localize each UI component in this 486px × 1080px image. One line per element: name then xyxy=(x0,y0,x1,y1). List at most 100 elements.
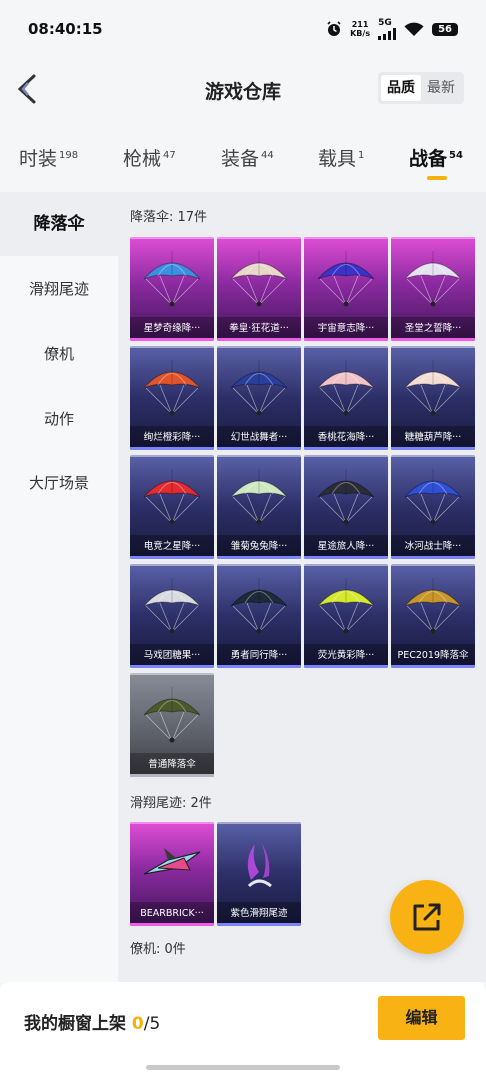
rarity-stripe xyxy=(130,774,214,777)
parachute-card[interactable]: 宇宙意志降··· xyxy=(304,237,388,341)
section-title-parachute: 降落伞: 17件 xyxy=(130,210,208,225)
rarity-stripe xyxy=(391,556,475,559)
parachute-card[interactable]: 拳皇·狂花道··· xyxy=(217,237,301,341)
rarity-stripe xyxy=(391,665,475,668)
rarity-stripe xyxy=(391,447,475,450)
tab-vehicles[interactable]: 载具 1 xyxy=(318,144,364,171)
parachute-card[interactable]: 糖糖葫芦降··· xyxy=(391,346,475,450)
card-top-line xyxy=(217,346,301,348)
showcase-count: 0 xyxy=(131,1014,144,1034)
parachute-card[interactable]: 幻世战舞者··· xyxy=(217,346,301,450)
card-top-line xyxy=(391,455,475,457)
parachute-card[interactable]: 冰河战士降··· xyxy=(391,455,475,559)
card-top-line xyxy=(217,455,301,457)
parachute-card[interactable]: PEC2019降落伞 xyxy=(391,564,475,668)
card-top-line xyxy=(304,346,388,348)
rarity-stripe xyxy=(130,447,214,450)
sidebar-item-parachute[interactable]: 降落伞 xyxy=(0,192,118,256)
card-top-line xyxy=(391,346,475,348)
parachute-icon xyxy=(399,354,467,422)
parachute-icon xyxy=(138,681,206,749)
parachute-icon xyxy=(138,572,206,640)
rarity-stripe xyxy=(391,338,475,341)
parachute-icon xyxy=(138,463,206,531)
card-top-line xyxy=(130,822,214,824)
share-button[interactable] xyxy=(390,880,464,954)
card-top-line xyxy=(304,564,388,566)
net-speed: 211 KB/s xyxy=(350,20,371,38)
edit-button[interactable]: 编辑 xyxy=(378,996,465,1040)
parachute-icon xyxy=(399,463,467,531)
rarity-stripe xyxy=(130,556,214,559)
sidebar-item-lobby-scene[interactable]: 大厅场景 xyxy=(0,451,118,515)
parachute-icon xyxy=(312,354,380,422)
network-type: 5G xyxy=(378,18,392,28)
home-indicator[interactable] xyxy=(146,1065,340,1070)
showcase-total: /5 xyxy=(143,1014,161,1034)
sidebar-item-emote[interactable]: 动作 xyxy=(0,387,118,451)
card-top-line xyxy=(304,237,388,239)
parachute-card[interactable]: 雏菊兔兔降··· xyxy=(217,455,301,559)
card-top-line xyxy=(130,455,214,457)
rarity-stripe xyxy=(130,338,214,341)
share-out-icon xyxy=(413,903,441,931)
status-time: 08:40:15 xyxy=(28,20,103,38)
sidebar: 降落伞 滑翔尾迹 僚机 动作 大厅场景 xyxy=(0,192,118,982)
glide-trail-card[interactable]: 紫色滑翔尾迹 xyxy=(217,822,301,926)
parachute-icon xyxy=(225,245,293,313)
card-top-line xyxy=(217,822,301,824)
parachute-card[interactable]: 圣堂之誓降··· xyxy=(391,237,475,341)
rarity-stripe xyxy=(304,556,388,559)
bottom-bar: 我的橱窗上架 0/5 编辑 xyxy=(0,982,486,1080)
sort-option-newest[interactable]: 最新 xyxy=(421,75,461,101)
header: 游戏仓库 品质 最新 xyxy=(0,52,486,127)
rarity-stripe xyxy=(217,923,301,926)
parachute-card[interactable]: 电竞之星降··· xyxy=(130,455,214,559)
wifi-icon xyxy=(404,22,424,36)
item-list: 降落伞: 17件 星梦奇缘降··· 拳皇·狂花道··· 宇宙意志降··· 圣堂之誓降·… xyxy=(118,192,486,982)
alarm-icon xyxy=(327,21,341,36)
glide-trail-card[interactable]: BEARBRICK··· xyxy=(130,822,214,926)
rarity-stripe xyxy=(130,665,214,668)
tab-guns[interactable]: 枪械 47 xyxy=(123,144,176,171)
parachute-card[interactable]: 星途旅人降··· xyxy=(304,455,388,559)
parachute-card[interactable]: 荧光黄彩降··· xyxy=(304,564,388,668)
tab-equipment[interactable]: 装备 44 xyxy=(221,144,274,171)
parachute-icon xyxy=(138,354,206,422)
signal-icon xyxy=(378,28,397,40)
section-title-glide-trail: 滑翔尾迹: 2件 xyxy=(130,796,212,811)
parachute-card[interactable]: 绚烂橙彩降··· xyxy=(130,346,214,450)
rarity-stripe xyxy=(217,665,301,668)
status-bar: 08:40:15 211 KB/s 5G 56 xyxy=(0,0,486,52)
card-top-line xyxy=(391,237,475,239)
parachute-card[interactable]: 普通降落伞 xyxy=(130,673,214,777)
tab-battle-prep[interactable]: 战备 54 xyxy=(409,144,463,171)
section-title-wingman: 僚机: 0件 xyxy=(130,942,186,957)
rarity-stripe xyxy=(304,665,388,668)
parachute-icon xyxy=(399,572,467,640)
card-top-line xyxy=(391,564,475,566)
rarity-stripe xyxy=(217,556,301,559)
parachute-icon xyxy=(312,245,380,313)
sidebar-item-wingman[interactable]: 僚机 xyxy=(0,322,118,386)
parachute-card[interactable]: 香桃花海降··· xyxy=(304,346,388,450)
parachute-card[interactable]: 勇者同行降··· xyxy=(217,564,301,668)
tab-fashion[interactable]: 时装 198 xyxy=(19,144,78,171)
rarity-stripe xyxy=(217,447,301,450)
card-top-line xyxy=(130,346,214,348)
rarity-stripe xyxy=(304,338,388,341)
parachute-icon xyxy=(312,463,380,531)
parachute-card[interactable]: 星梦奇缘降··· xyxy=(130,237,214,341)
category-tabs: 时装 198 枪械 47 装备 44 载具 1 战备 54 xyxy=(0,128,486,190)
parachute-card[interactable]: 马戏团糖果··· xyxy=(130,564,214,668)
rarity-stripe xyxy=(304,447,388,450)
parachute-icon xyxy=(225,572,293,640)
card-top-line xyxy=(217,564,301,566)
sort-option-quality[interactable]: 品质 xyxy=(381,75,421,101)
smoke-trail-icon xyxy=(225,830,293,898)
showcase-label: 我的橱窗上架 0/5 xyxy=(24,1014,161,1034)
parachute-icon xyxy=(399,245,467,313)
rarity-stripe xyxy=(217,338,301,341)
card-top-line xyxy=(130,237,214,239)
sidebar-item-glide-trail[interactable]: 滑翔尾迹 xyxy=(0,257,118,321)
